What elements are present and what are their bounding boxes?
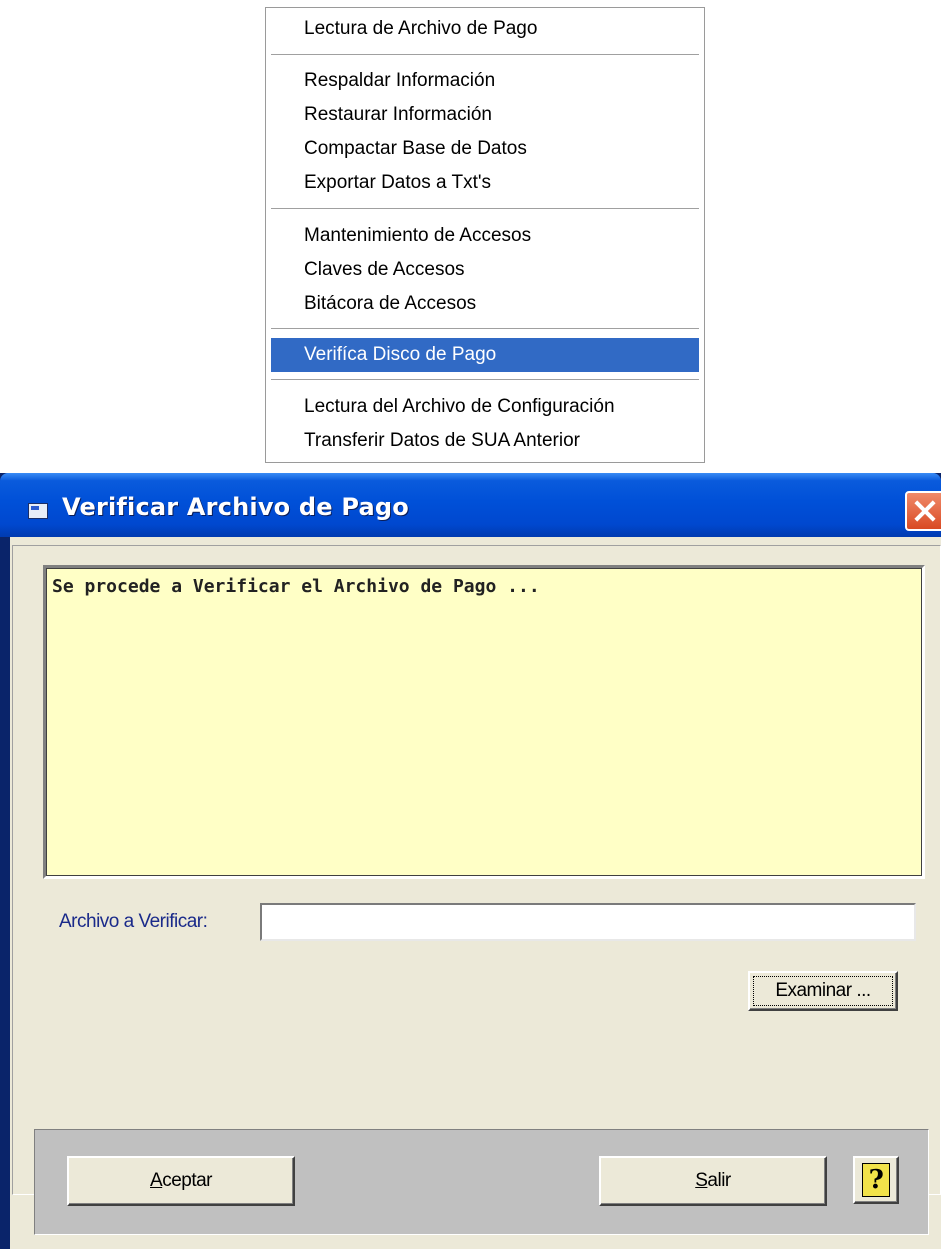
title-bar[interactable]: Verificar Archivo de Pago — [0, 473, 941, 537]
menu-separator — [271, 54, 699, 56]
file-input[interactable] — [260, 903, 916, 941]
menu-separator — [271, 208, 699, 210]
help-button[interactable]: ? — [853, 1156, 899, 1204]
log-text-area[interactable]: Se procede a Verificar el Archivo de Pag… — [43, 565, 925, 879]
menu-item-restaurar-informacion[interactable]: Restaurar Información — [271, 98, 699, 132]
window-icon — [28, 503, 48, 519]
context-menu: Lectura de Archivo de Pago Respaldar Inf… — [265, 7, 705, 463]
exit-label: alir — [707, 1170, 731, 1191]
menu-item-exportar-datos-txt[interactable]: Exportar Datos a Txt's — [271, 166, 699, 200]
button-panel: Aceptar Salir ? — [34, 1129, 929, 1235]
accept-button[interactable]: Aceptar — [67, 1156, 295, 1206]
menu-separator — [271, 328, 699, 330]
menu-item-compactar-base-datos[interactable]: Compactar Base de Datos — [271, 132, 699, 166]
menu-item-bitacora-accesos[interactable]: Bitácora de Accesos — [271, 287, 699, 321]
help-icon: ? — [862, 1163, 890, 1197]
file-label: Archivo a Verificar: — [59, 911, 208, 932]
menu-item-transferir-datos-sua[interactable]: Transferir Datos de SUA Anterior — [271, 424, 699, 458]
menu-item-mantenimiento-accesos[interactable]: Mantenimiento de Accesos — [271, 219, 699, 253]
close-button[interactable] — [905, 491, 941, 531]
menu-item-lectura-archivo-pago[interactable]: Lectura de Archivo de Pago — [271, 12, 699, 46]
accept-mnemonic: A — [150, 1170, 163, 1191]
menu-item-verifica-disco-pago[interactable]: Verifíca Disco de Pago — [271, 338, 699, 372]
exit-button[interactable]: Salir — [599, 1156, 827, 1206]
verificar-archivo-dialog: Verificar Archivo de Pago Se procede a V… — [0, 473, 941, 1249]
dialog-body: Se procede a Verificar el Archivo de Pag… — [10, 537, 941, 1249]
menu-separator — [271, 379, 699, 381]
browse-button[interactable]: Examinar ... — [748, 971, 898, 1011]
menu-item-claves-accesos[interactable]: Claves de Accesos — [271, 253, 699, 287]
window-title: Verificar Archivo de Pago — [62, 493, 409, 521]
accept-label: ceptar — [162, 1170, 212, 1191]
menu-item-lectura-archivo-configuracion[interactable]: Lectura del Archivo de Configuración — [271, 390, 699, 424]
menu-item-respaldar-informacion[interactable]: Respaldar Información — [271, 64, 699, 98]
exit-mnemonic: S — [695, 1170, 708, 1191]
